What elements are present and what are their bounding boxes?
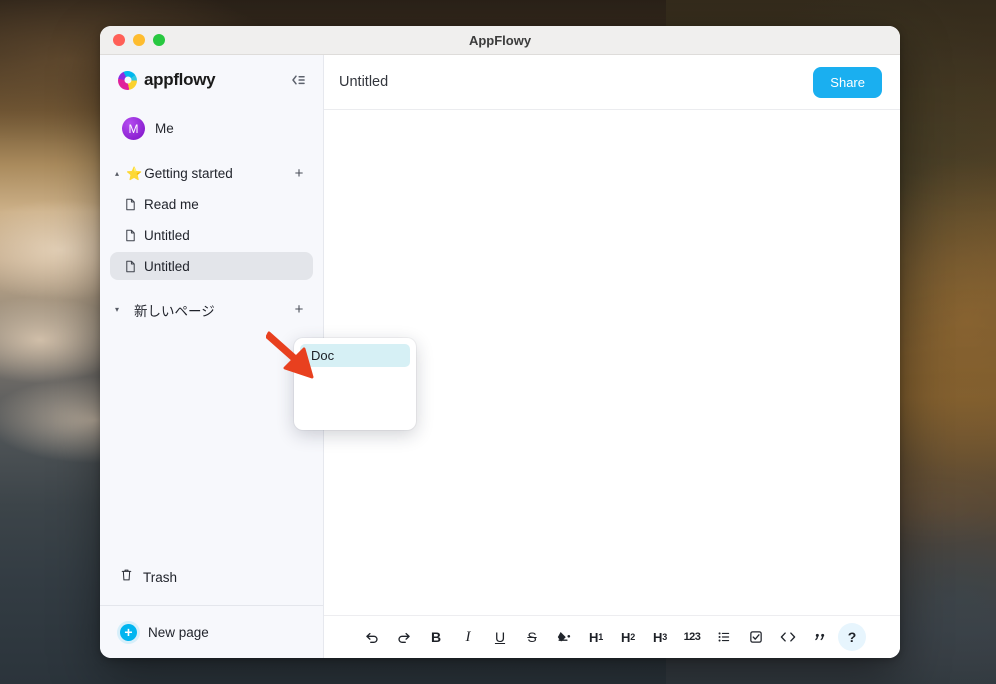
sidebar-item-label: Untitled: [144, 227, 190, 243]
quote-icon[interactable]: [806, 623, 834, 651]
brand-name: appflowy: [144, 70, 216, 89]
plus-circle-icon: +: [120, 623, 137, 641]
checklist-icon[interactable]: [742, 623, 770, 651]
user-account-row[interactable]: M Me: [114, 111, 313, 146]
document-icon: [124, 198, 137, 211]
code-icon[interactable]: [774, 623, 802, 651]
brand-logo[interactable]: appflowy: [118, 70, 216, 90]
add-page-button[interactable]: +: [291, 166, 307, 182]
numbered-list-icon[interactable]: 123: [678, 623, 706, 651]
sidebar-section-new-page[interactable]: ▾ 新しいページ +: [106, 296, 313, 323]
minimize-window-button[interactable]: [133, 34, 145, 46]
add-page-button[interactable]: +: [291, 302, 307, 318]
sidebar-section-label: Getting started: [144, 166, 233, 181]
heading-1-icon[interactable]: H1: [582, 623, 610, 651]
appflowy-window: AppFlowy appflowy M Me ▴ ⭐ Getting start…: [100, 26, 900, 658]
new-page-label: New page: [148, 624, 209, 640]
window-title: AppFlowy: [468, 32, 532, 48]
sidebar-item-untitled-2-selected[interactable]: Untitled: [110, 252, 313, 280]
help-icon[interactable]: ?: [838, 623, 866, 651]
heading-3-icon[interactable]: H3: [646, 623, 674, 651]
desktop-wallpaper: AppFlowy appflowy M Me ▴ ⭐ Getting start…: [0, 0, 996, 684]
appflowy-logo-icon: [118, 70, 137, 90]
document-icon: [124, 260, 137, 273]
user-name: Me: [155, 121, 174, 136]
editor-toolbar: B I U S H1 H2 H3 123 ?: [324, 615, 900, 658]
star-icon: ⭐: [126, 165, 143, 181]
window-titlebar: AppFlowy: [100, 26, 900, 55]
window-body: appflowy M Me ▴ ⭐ Getting started + Read…: [100, 55, 900, 658]
underline-icon[interactable]: U: [486, 623, 514, 651]
sidebar-section-label: 新しいページ: [134, 303, 215, 319]
chevron-down-icon[interactable]: ▾: [110, 305, 124, 314]
share-button[interactable]: Share: [813, 66, 882, 98]
trash-icon: [120, 568, 133, 587]
trash-label: Trash: [143, 570, 178, 585]
sidebar-item-untitled-1[interactable]: Untitled: [110, 221, 313, 249]
sidebar-item-label: Read me: [144, 196, 199, 212]
close-window-button[interactable]: [113, 34, 125, 46]
italic-icon[interactable]: I: [454, 623, 482, 651]
bold-icon[interactable]: B: [422, 623, 450, 651]
maximize-window-button[interactable]: [153, 34, 165, 46]
document-header: Untitled Share: [324, 55, 900, 110]
sidebar-item-trash[interactable]: Trash: [112, 562, 313, 593]
sidebar-item-label: Untitled: [144, 258, 190, 274]
document-title[interactable]: Untitled: [339, 74, 388, 90]
redo-icon[interactable]: [390, 623, 418, 651]
page-tree: ▴ ⭐ Getting started + Read me Untitled U…: [100, 160, 323, 323]
bulleted-list-icon[interactable]: [710, 623, 738, 651]
sidebar-header: appflowy: [100, 55, 323, 105]
sidebar-section-getting-started[interactable]: ▴ ⭐ Getting started +: [106, 160, 313, 187]
chevron-down-icon[interactable]: ▴: [110, 169, 124, 178]
new-page-button[interactable]: + New page: [100, 605, 323, 658]
undo-icon[interactable]: [358, 623, 386, 651]
document-icon: [124, 229, 137, 242]
avatar: M: [122, 117, 145, 140]
strikethrough-icon[interactable]: S: [518, 623, 546, 651]
sidebar-item-read-me[interactable]: Read me: [110, 190, 313, 218]
window-controls: [113, 34, 165, 46]
collapse-sidebar-icon[interactable]: [287, 69, 309, 91]
doc-type-popup: Doc: [294, 338, 416, 430]
sidebar: appflowy M Me ▴ ⭐ Getting started + Read…: [100, 55, 324, 658]
highlight-color-icon[interactable]: [550, 623, 578, 651]
heading-2-icon[interactable]: H2: [614, 623, 642, 651]
popup-item-doc[interactable]: Doc: [300, 344, 410, 367]
